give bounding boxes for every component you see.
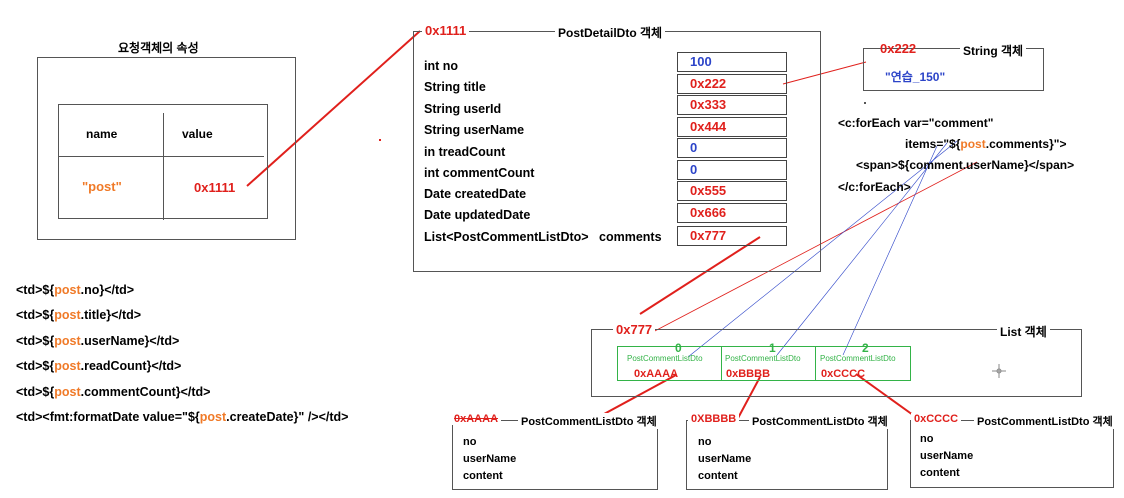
request-attr-title: 요청객체의 속성 — [118, 41, 199, 55]
td-prefix: <td>${ — [16, 308, 55, 322]
dto-field-value: 0x777 — [677, 226, 787, 246]
table-column-divider — [163, 113, 164, 220]
comment-object-title: PostCommentListDto 객체 — [518, 413, 660, 429]
attr-name-value: "post" — [82, 179, 122, 194]
td-keyword: post — [54, 359, 81, 373]
comment-object-title: PostCommentListDto 객체 — [974, 413, 1116, 429]
td-code-line: <td>${post.no}</td> — [16, 283, 134, 297]
comment-field: content — [463, 470, 503, 482]
dto-field-label: String userName — [424, 123, 525, 137]
list-item-index: 0 — [675, 341, 682, 355]
list-object-title: List 객체 — [997, 323, 1050, 340]
foreach-items-prefix: items="${ — [905, 137, 961, 151]
comment-field: userName — [920, 450, 974, 462]
list-item-address: 0xCCCC — [821, 368, 866, 380]
comment-field: no — [698, 436, 712, 448]
dto-field-value: 0x444 — [677, 117, 787, 137]
comment-field: userName — [463, 453, 517, 465]
string-object-title: String 객체 — [960, 42, 1027, 59]
dto-field-value: 0x555 — [677, 181, 787, 201]
td-suffix: .commentCount}</td> — [80, 385, 211, 399]
dto-field-value: 100 — [677, 52, 787, 72]
td-code-line: <td>${post.userName}</td> — [16, 334, 179, 348]
td-prefix: <td>${ — [16, 385, 55, 399]
comment-field: content — [920, 467, 960, 479]
string-object-value: "연습_150" — [885, 70, 946, 84]
dto-field-label: Date createdDate — [424, 187, 527, 201]
list-item-address: 0xAAAA — [634, 368, 679, 380]
dto-field-label: String title — [424, 80, 486, 94]
comment-field: no — [920, 433, 934, 445]
dto-field-label: List<PostCommentListDto> comments — [424, 230, 662, 244]
list-object-address: 0x777 — [613, 322, 656, 337]
list-item-divider — [721, 346, 722, 381]
dto-field-value: 0x666 — [677, 203, 787, 223]
td-code-line: <td>${post.title}</td> — [16, 308, 141, 322]
dto-title: PostDetailDto 객체 — [555, 24, 666, 41]
comment-object-title: PostCommentListDto 객체 — [749, 413, 891, 429]
string-object-address: 0x222 — [880, 41, 917, 56]
dto-field-label: int no — [424, 59, 459, 73]
column-header-value: value — [182, 127, 213, 141]
foreach-line-1: <c:forEach var="comment" — [838, 116, 994, 130]
td-keyword: post — [199, 410, 227, 424]
foreach-line-3: <span>${comment.userName}</span> — [856, 158, 1075, 172]
dto-field-label: int commentCount — [424, 166, 535, 180]
foreach-line-2: items="${post.comments}"> — [905, 137, 1066, 151]
dto-field-label: Date updatedDate — [424, 208, 531, 222]
td-suffix: .readCount}</td> — [80, 359, 182, 373]
td-keyword: post — [54, 283, 81, 297]
comment-field: content — [698, 470, 738, 482]
td-suffix: .no}</td> — [80, 283, 135, 297]
dto-field-label: String userId — [424, 102, 502, 116]
dto-field-label: in treadCount — [424, 145, 506, 159]
td-keyword: post — [54, 385, 81, 399]
list-item-type: PostCommentListDto — [627, 354, 703, 363]
td-suffix: .title}</td> — [80, 308, 142, 322]
dto-field-value: 0 — [677, 160, 787, 180]
td-suffix: .createDate}" /></td> — [226, 410, 349, 424]
dto-field-value: 0x222 — [677, 74, 787, 94]
dto-address: 0x1111 — [422, 23, 470, 38]
comment-object-address: 0xAAAA — [451, 413, 502, 425]
dto-field-value: 0 — [677, 138, 787, 158]
comment-field: userName — [698, 453, 752, 465]
td-keyword: post — [54, 334, 81, 348]
td-code-line: <td><fmt:formatDate value="${post.create… — [16, 410, 348, 424]
comment-object-address: 0xCCCC — [911, 413, 962, 425]
list-item-type: PostCommentListDto — [725, 354, 801, 363]
list-item-divider — [815, 346, 816, 381]
td-prefix: <td><fmt:formatDate value="${ — [16, 410, 200, 424]
list-item-index: 1 — [769, 341, 776, 355]
list-item-type: PostCommentListDto — [820, 354, 896, 363]
td-code-line: <td>${post.commentCount}</td> — [16, 385, 210, 399]
comment-object-address: 0XBBBB — [688, 413, 740, 425]
td-prefix: <td>${ — [16, 359, 55, 373]
comment-field: no — [463, 436, 477, 448]
td-code-line: <td>${post.readCount}</td> — [16, 359, 181, 373]
td-suffix: .userName}</td> — [80, 334, 180, 348]
td-prefix: <td>${ — [16, 283, 55, 297]
list-item-index: 2 — [862, 341, 869, 355]
td-prefix: <td>${ — [16, 334, 55, 348]
dto-field-value: 0x333 — [677, 95, 787, 115]
foreach-line-4: </c:forEach> — [838, 180, 911, 194]
table-header-divider — [58, 156, 264, 157]
attr-value-address: 0x1111 — [194, 180, 236, 195]
foreach-items-suffix: .comments}"> — [985, 137, 1067, 151]
list-item-address: 0xBBBB — [726, 368, 771, 380]
td-keyword: post — [54, 308, 81, 322]
foreach-keyword: post — [960, 137, 986, 151]
column-header-name: name — [86, 127, 118, 141]
